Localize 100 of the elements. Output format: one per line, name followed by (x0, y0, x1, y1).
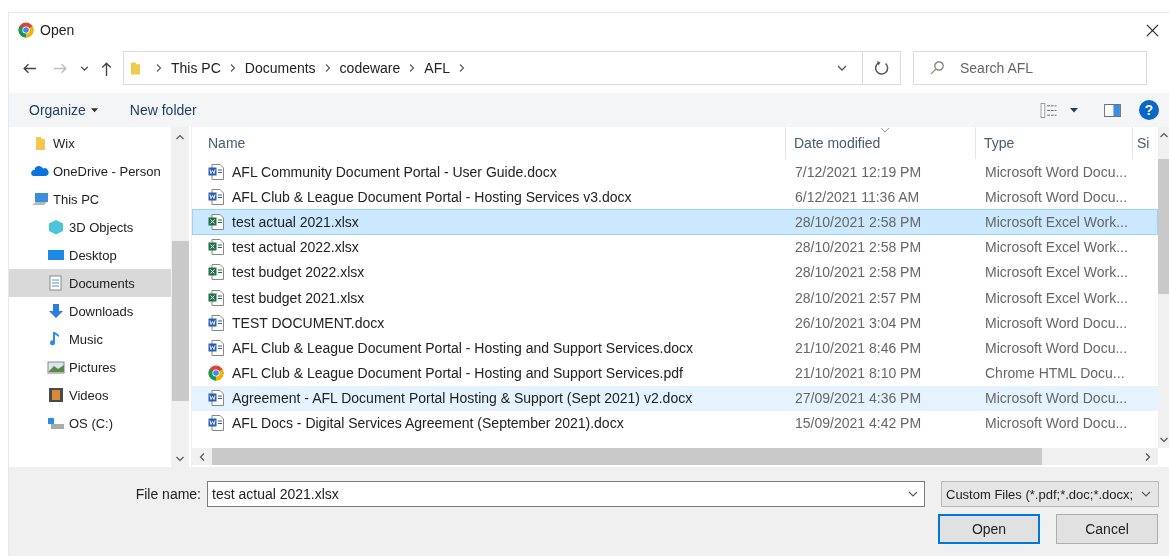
excel-file-icon (208, 289, 224, 306)
date-cell-text: 6/12/2021 11:36 AM (794, 188, 921, 205)
column-header[interactable]: Name (192, 127, 786, 159)
preview-pane-icon[interactable] (1104, 103, 1121, 117)
file-row[interactable]: AFL Community Document Portal - User Guide.docx 7/12/2021 12:19 PM Microsoft Word Docu... (192, 159, 1158, 185)
date-cell-text: 21/10/2021 8:46 PM (794, 339, 923, 356)
chrome-icon (18, 22, 34, 38)
file-name-field[interactable]: test actual 2021.xlsx (207, 481, 925, 507)
type-cell-text: Microsoft Word Docu... (984, 339, 1129, 356)
type-cell-text: Microsoft Excel Work... (984, 289, 1129, 306)
scroll-up-icon[interactable] (1159, 131, 1169, 139)
column-header[interactable]: Date modified (786, 127, 976, 159)
date-cell-text: 26/10/2021 3:04 PM (794, 314, 923, 331)
file-row[interactable]: AFL Club & League Document Portal - Hosting Services v3.docx 6/12/2021 11:36 AM Microsoft Word Docu... (192, 184, 1158, 210)
type-cell-text: Microsoft Word Docu... (984, 188, 1129, 205)
breadcrumb[interactable]: This PC (171, 60, 221, 76)
file-row[interactable]: test actual 2022.xlsx 28/10/2021 2:58 PM Microsoft Excel Work... (192, 234, 1158, 260)
search-icon (929, 60, 945, 76)
chevron-right-icon (155, 63, 163, 73)
file-name: test budget 2022.xlsx (232, 264, 365, 281)
scroll-left-icon[interactable] (198, 451, 206, 462)
type-cell-text: Chrome HTML Docu... (984, 365, 1126, 382)
help-button[interactable]: ? (1139, 100, 1159, 120)
scroll-up-icon[interactable] (175, 133, 185, 141)
file-row[interactable]: Agreement - AFL Document Portal Hosting & Support (Sept 2021) v2.docx 27/09/2021 4:36 PM Microsoft Word Docu... (192, 385, 1158, 411)
sidebar-item[interactable]: OS (C:) (9, 409, 171, 437)
view-list-icon[interactable] (1040, 102, 1058, 118)
breadcrumb[interactable]: Documents (244, 60, 316, 76)
downloads-icon (47, 303, 65, 319)
file-name: AFL Community Document Portal - User Guide.docx (232, 163, 557, 180)
file-name: AFL Docs - Digital Services Agreement (September 2021).docx (232, 415, 624, 432)
type-cell-text: Microsoft Word Docu... (984, 415, 1129, 432)
sidebar-item[interactable]: Wix (9, 129, 171, 157)
file-name: Agreement - AFL Document Portal Hosting & Support (Sept 2021) v2.docx (232, 390, 693, 407)
type-cell-text: Microsoft Word Docu... (984, 390, 1129, 407)
open-button[interactable]: Open (938, 514, 1040, 544)
type-cell-text: Microsoft Word Docu... (984, 314, 1129, 331)
address-bar[interactable]: This PC Documents codeware AFL (123, 51, 863, 85)
file-name: test actual 2021.xlsx (232, 213, 359, 230)
word-file-icon (208, 314, 224, 331)
type-cell-text: Microsoft Excel Work... (984, 239, 1129, 256)
sort-chevron-icon (880, 127, 890, 133)
sidebar-item[interactable]: Downloads (9, 297, 171, 325)
cloud-icon (31, 163, 49, 179)
file-row[interactable]: AFL Club & League Document Portal - Hosting and Support Services.docx 21/10/2021 8:46 PM Microsoft Word Docu... (192, 335, 1158, 361)
sidebar-item[interactable]: 3D Objects (9, 213, 171, 241)
scroll-down-icon[interactable] (1159, 436, 1169, 444)
column-header[interactable]: Type (976, 127, 1133, 159)
chrome-icon (208, 365, 224, 382)
scroll-right-icon[interactable] (1144, 451, 1152, 462)
file-name: test budget 2021.xlsx (232, 289, 365, 306)
file-name-label: File name: (134, 486, 202, 502)
scrollbar-thumb[interactable] (171, 241, 189, 401)
chevron-right-icon (228, 63, 237, 73)
file-row[interactable]: test actual 2021.xlsx 28/10/2021 2:58 PM Microsoft Excel Work... (192, 209, 1158, 235)
scrollbar-thumb[interactable] (212, 448, 1042, 465)
sidebar-item[interactable]: This PC (9, 185, 171, 213)
pc-icon (31, 191, 49, 207)
type-cell-text: Microsoft Excel Work... (984, 264, 1129, 281)
date-cell-text: 27/09/2021 4:36 PM (794, 390, 923, 407)
word-file-icon (208, 339, 224, 356)
column-header[interactable]: Si (1133, 127, 1157, 159)
word-file-icon (208, 415, 224, 432)
cancel-button[interactable]: Cancel (1056, 514, 1158, 544)
chevron-right-icon (323, 63, 332, 73)
breadcrumb[interactable]: AFL (424, 60, 450, 76)
refresh-button[interactable] (863, 51, 901, 85)
videos-icon (47, 387, 65, 403)
new-folder-button[interactable]: New folder (121, 98, 205, 122)
file-name: AFL Club & League Document Portal - Hosting and Support Services.pdf (232, 365, 683, 382)
type-cell-text: Microsoft Excel Work... (984, 213, 1129, 230)
sidebar-item[interactable]: Music (9, 325, 171, 353)
breadcrumb[interactable]: codeware (339, 60, 401, 76)
caret-icon[interactable] (1070, 107, 1078, 113)
scrollbar-thumb[interactable] (1158, 159, 1169, 294)
date-cell-text: 28/10/2021 2:58 PM (794, 239, 923, 256)
date-cell-text: 15/09/2021 4:42 PM (794, 415, 923, 432)
window-title: Open (40, 22, 75, 38)
file-name: TEST DOCUMENT.docx (232, 314, 385, 331)
file-type-dropdown[interactable]: Custom Files (*.pdf;*.doc;*.docx; (941, 481, 1159, 507)
desktop-icon (47, 247, 65, 263)
file-row[interactable]: AFL Docs - Digital Services Agreement (September 2021).docx 15/09/2021 4:42 PM Microsoft Word Docu... (192, 410, 1158, 437)
search-field[interactable]: Search AFL (913, 51, 1147, 85)
sidebar-item[interactable]: Videos (9, 381, 171, 409)
file-row[interactable]: AFL Club & League Document Portal - Hosting and Support Services.pdf 21/10/2021 8:10 PM Chrome HTML Docu... (192, 360, 1158, 386)
file-row[interactable]: test budget 2021.xlsx 28/10/2021 2:57 PM Microsoft Excel Work... (192, 284, 1158, 311)
word-file-icon (208, 188, 224, 205)
close-icon[interactable] (1146, 23, 1159, 37)
sidebar-item[interactable]: Pictures (9, 353, 171, 381)
file-row[interactable]: TEST DOCUMENT.docx 26/10/2021 3:04 PM Microsoft Word Docu... (192, 310, 1158, 336)
organize-button[interactable]: Organize (21, 98, 106, 122)
date-cell-text: 28/10/2021 2:57 PM (794, 289, 923, 306)
sidebar-item[interactable]: Documents (9, 269, 171, 297)
file-row[interactable]: test budget 2022.xlsx 28/10/2021 2:58 PM Microsoft Excel Work... (192, 259, 1158, 285)
sidebar-item[interactable]: Desktop (9, 241, 171, 269)
date-cell-text: 7/12/2021 12:19 PM (794, 163, 923, 180)
caret-icon (90, 107, 98, 113)
scroll-down-icon[interactable] (175, 455, 185, 463)
sidebar-item[interactable]: OneDrive - Person (9, 157, 171, 185)
date-cell-text: 28/10/2021 2:58 PM (794, 213, 923, 230)
